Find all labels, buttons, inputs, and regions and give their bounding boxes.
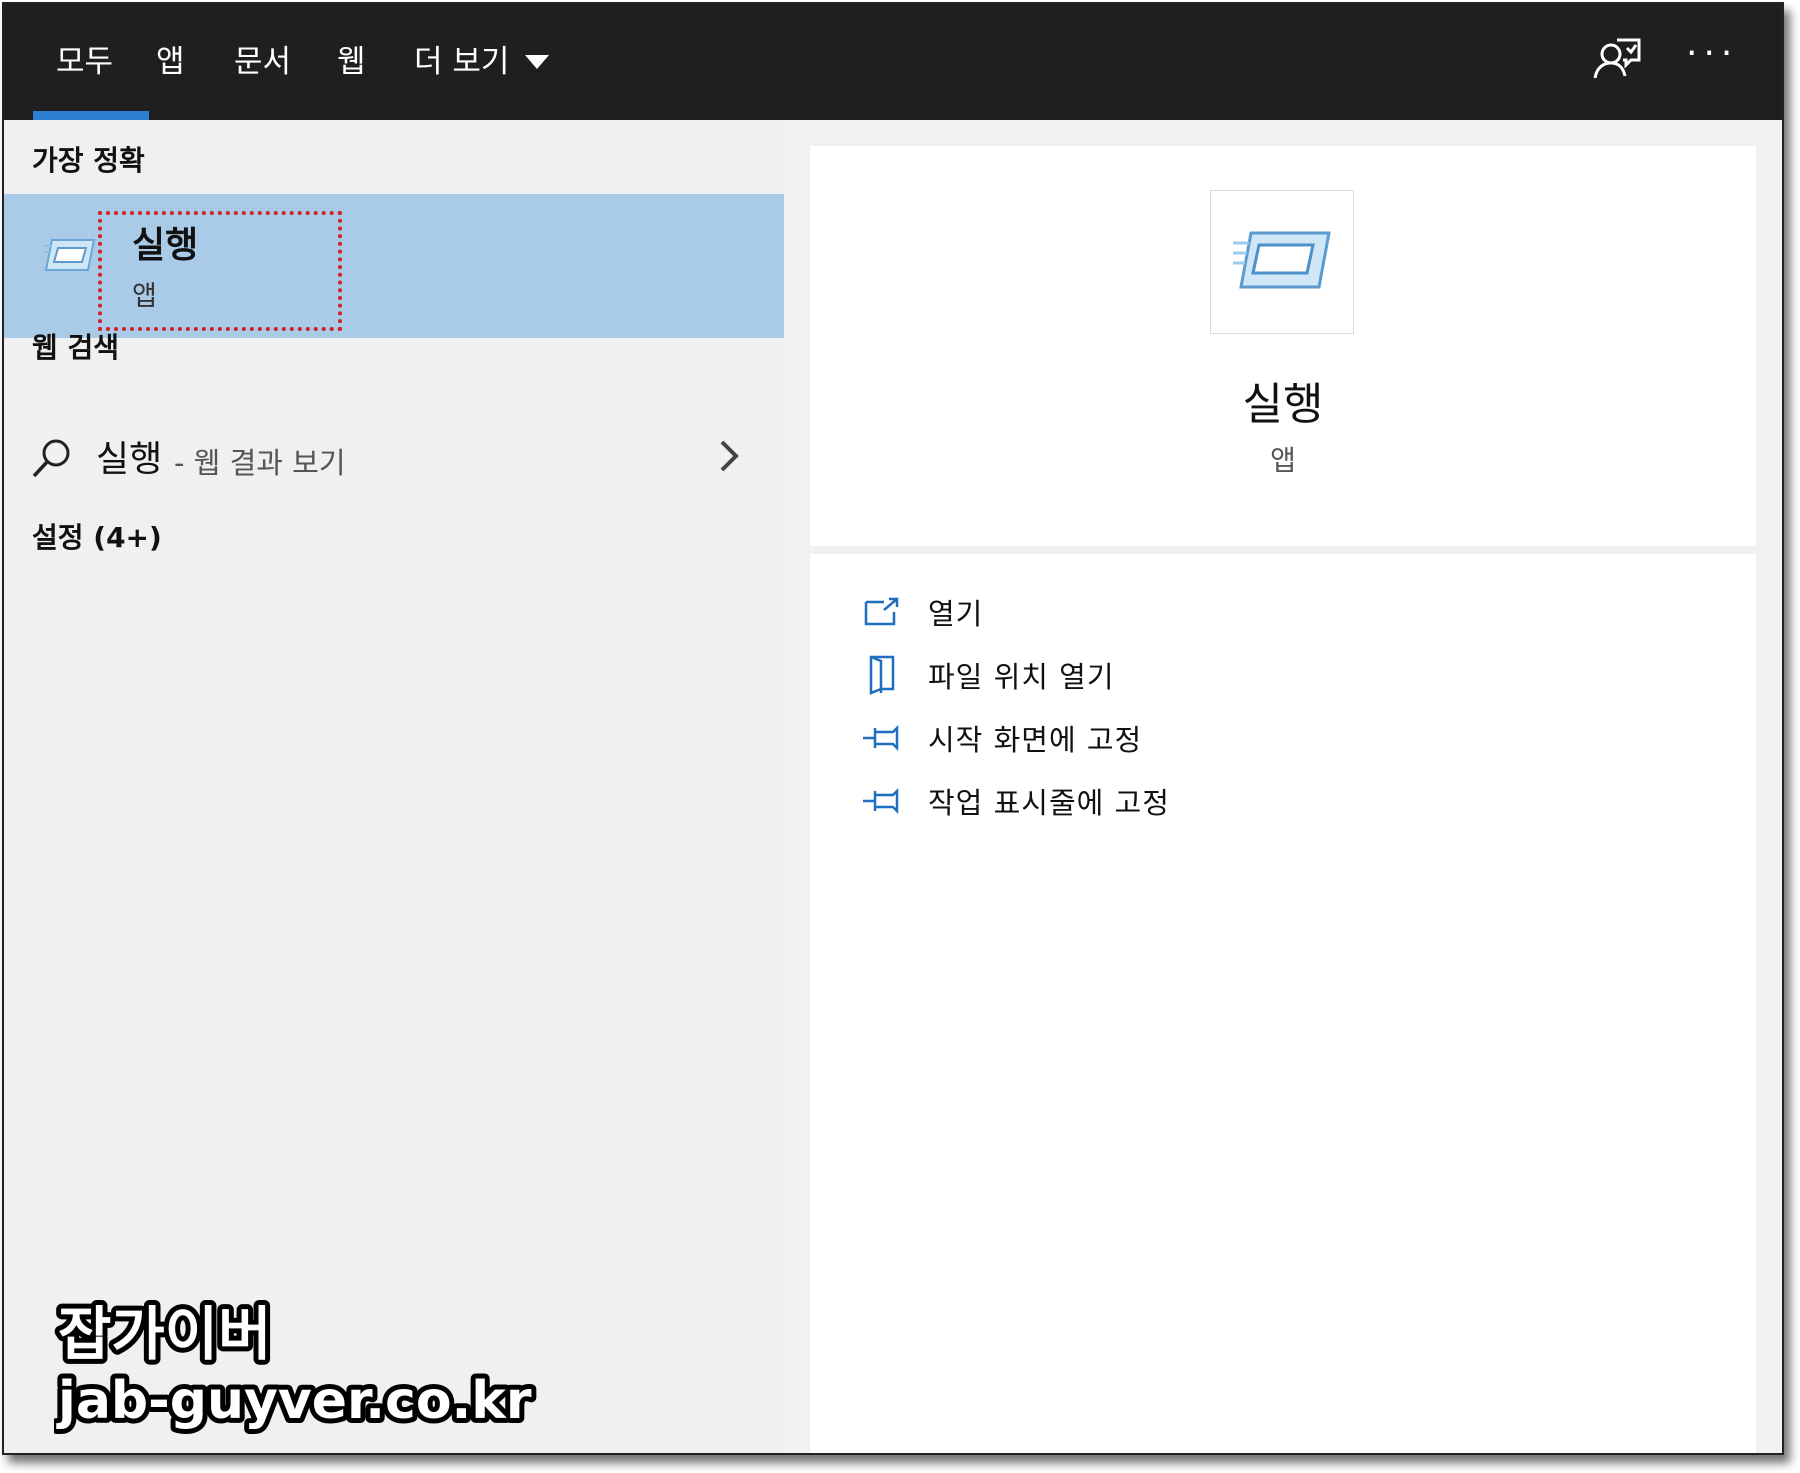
- feedback-person-icon: [1593, 38, 1641, 79]
- action-label: 작업 표시줄에 고정: [928, 786, 1170, 820]
- app-preview-card: 실행 앱: [810, 146, 1756, 546]
- web-search-heading: 웹 검색: [32, 331, 120, 364]
- search-window: 모두 앱 문서 웹 더 보기 ··· 가장 정확 실행 앱 웹 검색 실행 - …: [2, 2, 1784, 1455]
- app-preview-icon-tile: [1210, 190, 1354, 334]
- best-match-item[interactable]: 실행 앱: [4, 194, 784, 338]
- best-match-title: 실행: [132, 225, 199, 266]
- watermark: 잡가이버 jab-guyver.co.kr: [51, 1294, 654, 1444]
- settings-heading[interactable]: 설정 (4+): [32, 516, 162, 556]
- app-preview-name: 실행: [1242, 379, 1324, 430]
- action-pin-to-start[interactable]: 시작 화면에 고정: [862, 712, 1142, 764]
- tab-web[interactable]: 웹: [337, 38, 366, 86]
- file-location-icon: [862, 655, 902, 695]
- caret-down-icon: [525, 55, 550, 69]
- action-open[interactable]: 열기: [862, 586, 983, 638]
- feedback-button[interactable]: [1589, 32, 1645, 88]
- chevron-right-icon[interactable]: [716, 436, 744, 476]
- pin-icon: [862, 781, 902, 821]
- tab-more-dropdown[interactable]: 더 보기: [414, 38, 550, 86]
- tab-documents[interactable]: 문서: [234, 38, 291, 86]
- watermark-line2: jab-guyver.co.kr: [56, 1371, 532, 1431]
- web-search-result[interactable]: 실행 - 웹 결과 보기: [4, 420, 784, 500]
- app-actions-panel: 열기 파일 위치 열기 시작 화면에 고정 작업 표시줄에 고정: [810, 554, 1756, 1453]
- active-tab-indicator: [33, 111, 149, 120]
- web-search-suffix: - 웹 결과 보기: [174, 446, 346, 480]
- action-open-file-location[interactable]: 파일 위치 열기: [862, 649, 1115, 701]
- pin-icon: [862, 718, 902, 758]
- web-search-query: 실행: [96, 439, 163, 480]
- action-pin-to-taskbar[interactable]: 작업 표시줄에 고정: [862, 775, 1170, 827]
- action-label: 시작 화면에 고정: [928, 723, 1143, 757]
- search-icon: [30, 436, 74, 480]
- tab-all[interactable]: 모두: [56, 38, 113, 86]
- action-label: 파일 위치 열기: [928, 660, 1115, 694]
- run-dialog-icon: [44, 234, 96, 276]
- run-dialog-icon: [1233, 231, 1331, 289]
- tab-apps[interactable]: 앱: [156, 38, 185, 86]
- watermark-line1: 잡가이버: [58, 1300, 271, 1368]
- action-label: 열기: [928, 597, 984, 631]
- open-icon: [862, 592, 902, 632]
- results-panel: 가장 정확 실행 앱 웹 검색 실행 - 웹 결과 보기 설정 (4+): [4, 120, 784, 1453]
- more-options-button[interactable]: ···: [1686, 36, 1746, 74]
- best-match-heading: 가장 정확: [32, 144, 145, 177]
- search-filter-bar: 모두 앱 문서 웹 더 보기 ···: [4, 4, 1782, 120]
- best-match-subtitle: 앱: [132, 281, 157, 312]
- app-preview-type: 앱: [1270, 444, 1296, 477]
